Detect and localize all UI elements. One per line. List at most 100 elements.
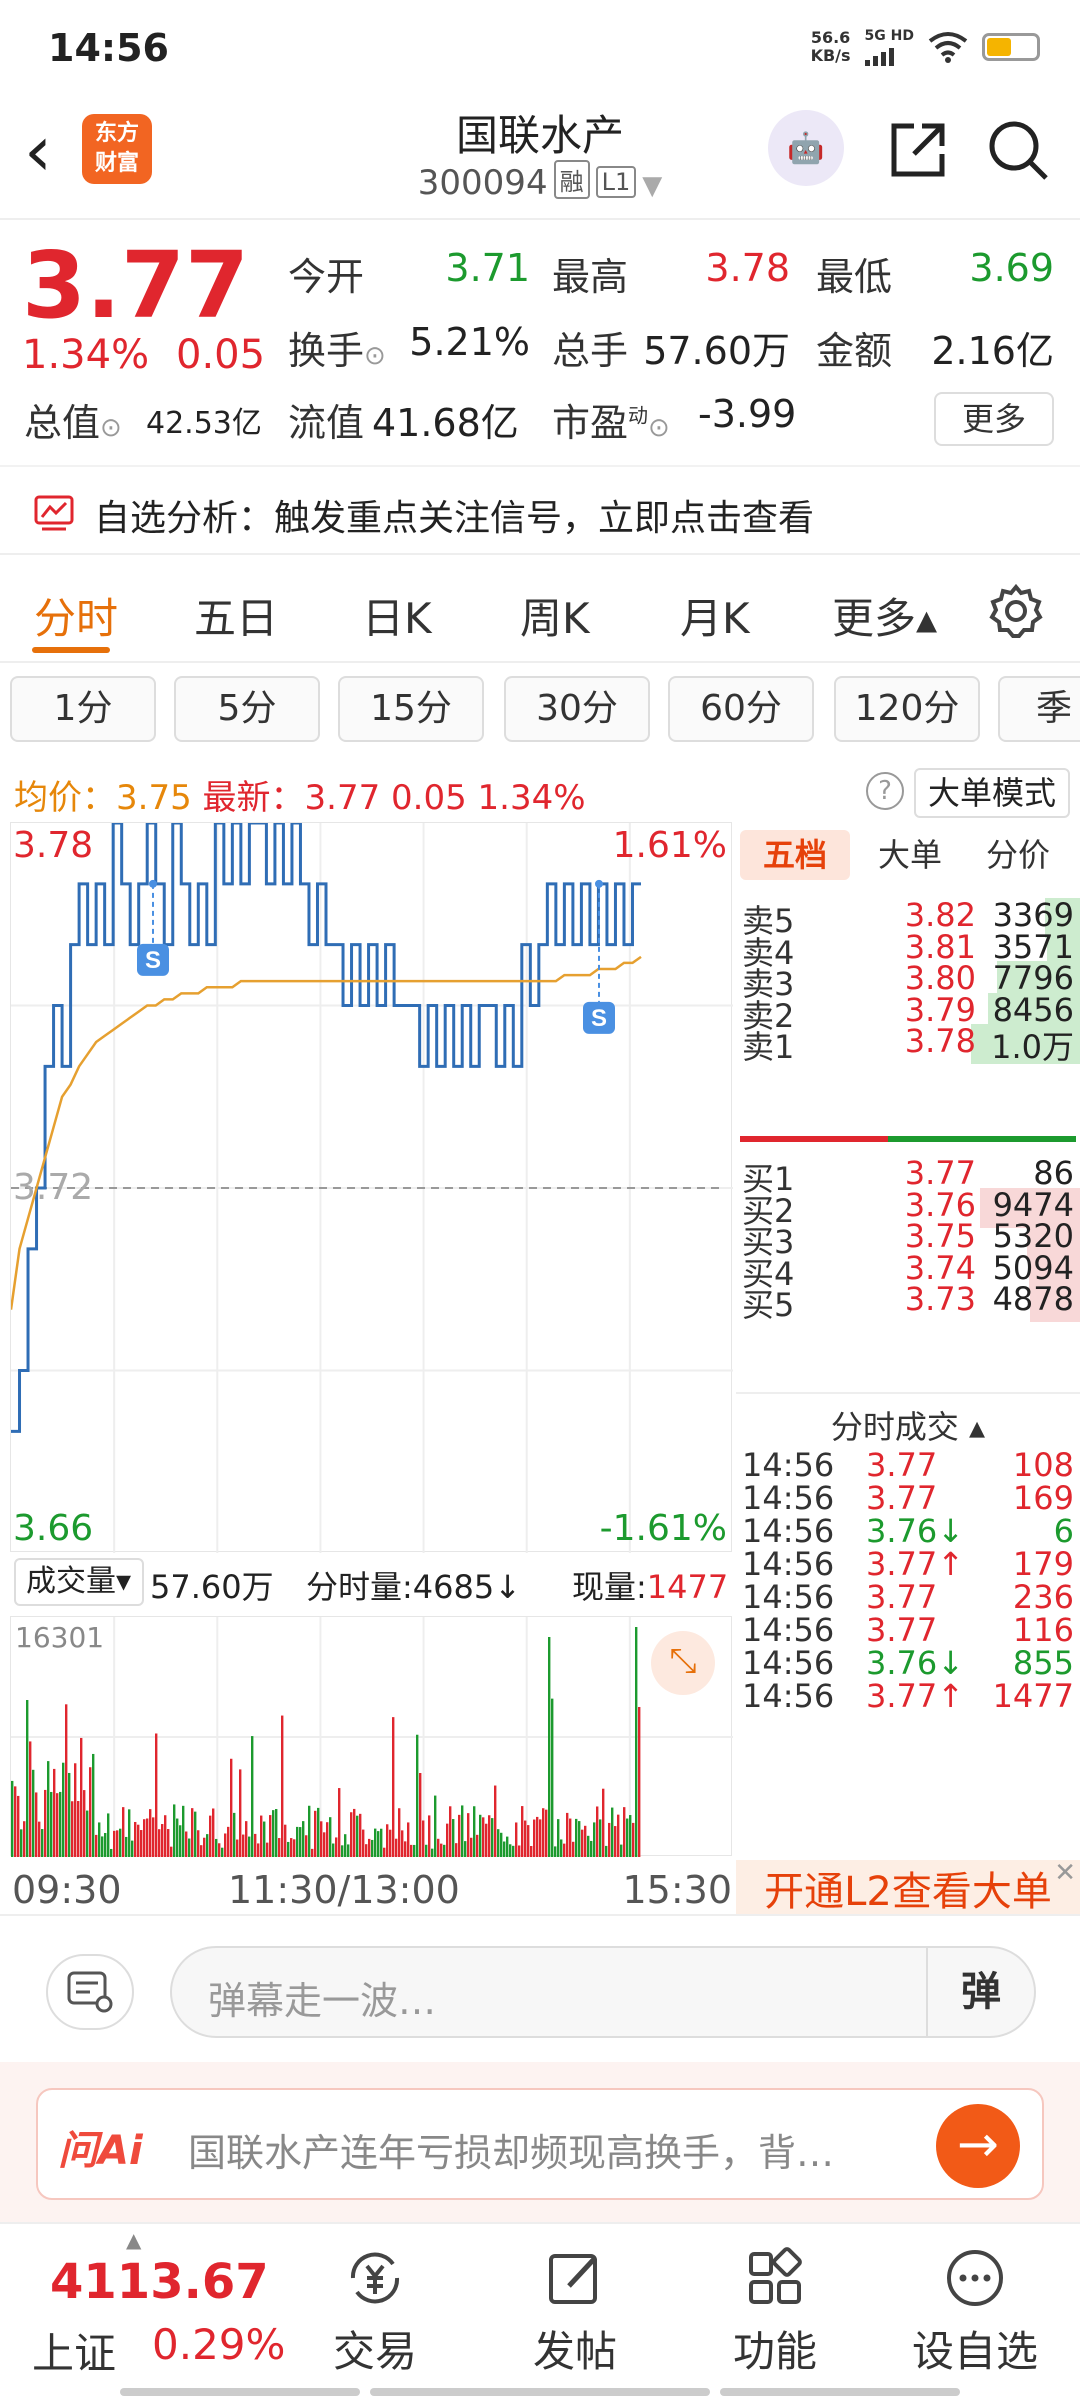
volume-bar <box>101 1836 104 1857</box>
low-value: 3.69 <box>969 246 1054 290</box>
ai-go-arrow-icon[interactable]: → <box>936 2104 1020 2188</box>
nav-functions[interactable]: 功能 <box>700 2238 850 2379</box>
volume-bar <box>152 1817 155 1857</box>
settings-gear-icon[interactable] <box>988 583 1044 639</box>
order-book-panel: 五档 大单 分价 卖5 3.82 3369 卖4 3.81 3571 卖3 3.80 7796 卖… <box>736 822 1080 1924</box>
volume-bar <box>338 1788 341 1857</box>
ai-question-box[interactable]: 问Ai 国联水产连年亏损却频现高换手，背… → <box>36 2088 1044 2200</box>
indicator-selector[interactable]: 成交量▾ <box>14 1558 144 1606</box>
tab-intraday[interactable]: 分时 <box>34 585 118 646</box>
nav-add-watchlist[interactable]: 设自选 <box>900 2238 1050 2379</box>
sell-signal-label: S <box>591 1005 607 1032</box>
share-icon[interactable] <box>886 118 950 182</box>
volume-chart[interactable]: 16301 ⤡ <box>10 1616 733 1857</box>
danmaku-placeholder: 弹幕走一波… <box>208 1979 437 2023</box>
period-1min[interactable]: 1分 <box>10 676 156 742</box>
volume-bar <box>278 1838 281 1857</box>
nav-trade[interactable]: 交易 <box>300 2238 450 2379</box>
pe-label[interactable]: 市盈动⊙ <box>552 392 670 447</box>
volume-bar <box>182 1805 185 1857</box>
avg-label: 均价： <box>14 778 116 818</box>
period-quarter[interactable]: 季 <box>998 676 1080 742</box>
mktcap-label[interactable]: 总值⊙ <box>24 392 122 447</box>
volume-bar <box>548 1637 551 1857</box>
info-icon: ⊙ <box>648 413 670 443</box>
big-order-mode-button[interactable]: 大单模式 <box>914 768 1070 818</box>
danmaku-settings-icon[interactable] <box>46 1954 134 2030</box>
help-icon[interactable]: ? <box>866 772 904 810</box>
volume-bar <box>56 1793 59 1857</box>
volume-bar <box>305 1835 308 1857</box>
volume-bar <box>173 1804 176 1857</box>
volume-bar <box>224 1833 227 1857</box>
order-book-tabs: 五档 大单 分价 <box>736 822 1080 886</box>
volume-bar <box>200 1845 203 1857</box>
volume-bar <box>416 1734 419 1857</box>
tab-five-levels[interactable]: 五档 <box>740 830 850 880</box>
close-icon[interactable]: ✕ <box>1054 1858 1076 1888</box>
tick-row: 14:56 3.77↑ 179 <box>736 1541 1080 1583</box>
volume-bar <box>119 1828 122 1857</box>
tick-time: 14:56 <box>742 1677 835 1715</box>
home-indicator <box>120 2388 360 2396</box>
tick-row: 14:56 3.77↑ 1477 <box>736 1673 1080 1715</box>
turnover-label[interactable]: 换手⊙ <box>288 320 386 375</box>
volume-bar <box>434 1795 437 1857</box>
volume-bar <box>611 1807 614 1857</box>
volume-bar <box>191 1808 194 1857</box>
volume-bar <box>131 1840 134 1857</box>
tab-big-orders[interactable]: 大单 <box>860 830 960 880</box>
volume-bar <box>332 1843 335 1857</box>
volume-bar <box>227 1826 230 1857</box>
volume-bar <box>500 1832 503 1857</box>
tab-weekly-k[interactable]: 周K <box>520 585 590 646</box>
search-icon[interactable] <box>986 118 1050 182</box>
volume-bar <box>125 1836 128 1857</box>
tab-price-distribution[interactable]: 分价 <box>968 830 1068 880</box>
volume-bar <box>422 1820 425 1857</box>
volume-bar <box>497 1829 500 1857</box>
volume-bar <box>38 1821 41 1857</box>
tab-daily-k[interactable]: 日K <box>362 585 432 646</box>
period-30min[interactable]: 30分 <box>504 676 650 742</box>
amount-label: 金额 <box>816 329 893 373</box>
volume-bar <box>110 1848 113 1857</box>
tab-more[interactable]: 更多▴ <box>832 585 937 646</box>
tab-five-day[interactable]: 五日 <box>194 585 278 646</box>
volume-bar <box>308 1805 311 1857</box>
edit-post-icon <box>549 2254 597 2304</box>
volume-bar <box>221 1847 224 1857</box>
volume-chart-svg <box>11 1617 733 1857</box>
chart-info-bar: 均价：3.75 最新：3.77 0.05 1.34% ? 大单模式 <box>0 762 1080 822</box>
more-button[interactable]: 更多 <box>934 392 1054 446</box>
period-15min[interactable]: 15分 <box>338 676 484 742</box>
danmaku-toggle-button[interactable]: 弹 <box>926 1948 1034 2036</box>
info-icon: ⊙ <box>100 413 122 443</box>
danmaku-input[interactable]: 弹幕走一波… 弹 <box>170 1946 1036 2038</box>
intraday-chart[interactable]: SS 3.78 1.61% 3.72 3.66 -1.61% <box>10 822 733 1553</box>
open-value: 3.71 <box>445 246 530 290</box>
period-120min[interactable]: 120分 <box>834 676 980 742</box>
volume-bar <box>362 1829 365 1857</box>
period-5min[interactable]: 5分 <box>174 676 320 742</box>
volume-bar <box>281 1715 284 1857</box>
volume-info-bar: 成交量▾ 57.60万 分时量:4685↓ 现量:1477 <box>10 1552 732 1616</box>
wifi-icon <box>928 32 968 63</box>
period-selector: 1分 5分 15分 30分 60分 120分 季 <box>0 672 1080 752</box>
nav-post[interactable]: 发帖 <box>500 2238 650 2379</box>
analysis-banner[interactable]: 自选分析：触发重点关注信号，立即点击查看 <box>0 465 1080 555</box>
robot-assistant-icon[interactable]: 🤖 <box>768 110 844 186</box>
tab-monthly-k[interactable]: 月K <box>680 585 750 646</box>
high-value: 3.78 <box>705 246 790 290</box>
expand-icon[interactable]: ⤡ <box>651 1631 715 1695</box>
volume-bar <box>53 1768 56 1857</box>
volume-bar <box>428 1815 431 1857</box>
volume-bar <box>143 1819 146 1857</box>
volume-bar <box>599 1819 602 1857</box>
volume-bar <box>209 1815 212 1857</box>
volume-bar <box>74 1763 77 1857</box>
volume-bar <box>476 1834 479 1857</box>
tick-price: 3.77↑ <box>866 1677 965 1715</box>
period-60min[interactable]: 60分 <box>668 676 814 742</box>
y-max-label: 3.78 <box>13 825 94 866</box>
